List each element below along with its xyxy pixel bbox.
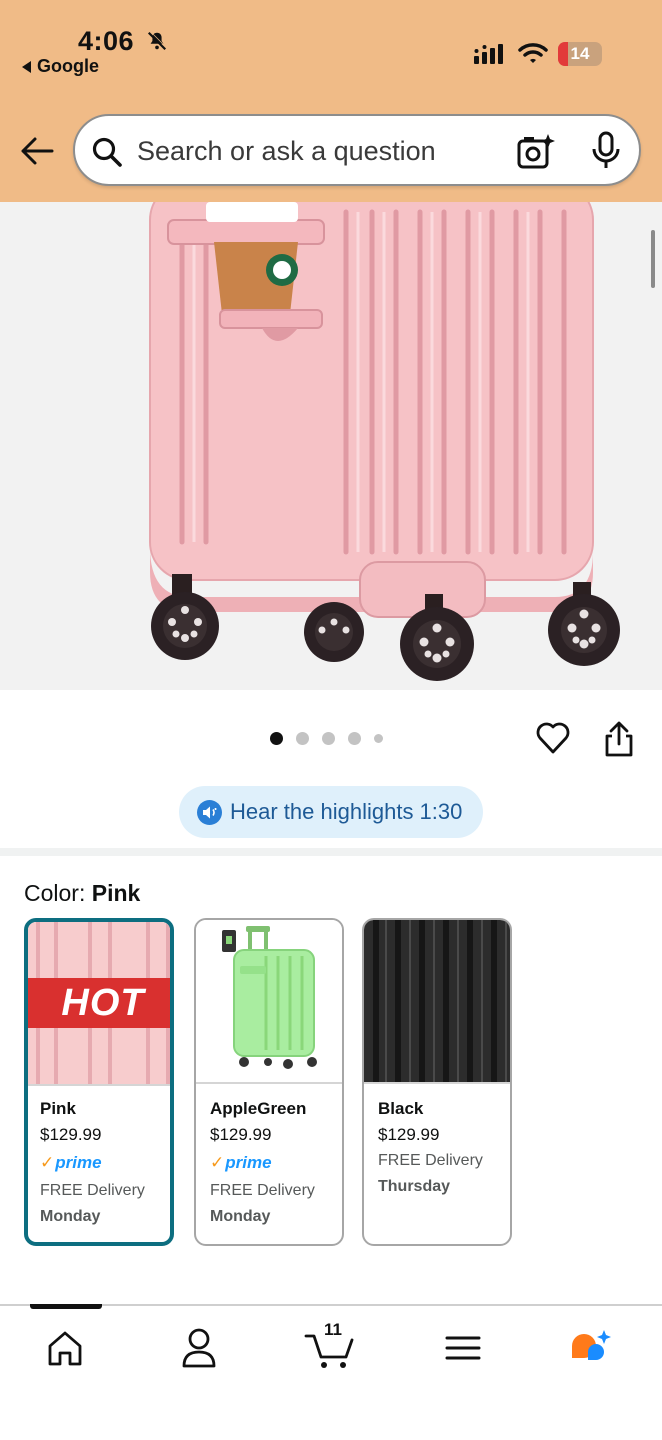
account-icon[interactable]	[176, 1326, 222, 1370]
swatch-name: AppleGreen	[210, 1099, 307, 1118]
swatch-delivery-day: Monday	[210, 1208, 271, 1225]
carousel-dot-5[interactable]	[374, 734, 383, 743]
back-to-app-link[interactable]: Google	[22, 56, 99, 77]
swatch-thumbnail: HOT	[28, 922, 170, 1086]
speaker-icon	[197, 799, 222, 825]
swatch-name: Pink	[40, 1099, 76, 1118]
battery-indicator: 14	[558, 42, 602, 66]
swatch-price: $129.99	[378, 1125, 440, 1144]
carousel-dot-3[interactable]	[322, 732, 335, 745]
rufus-assistant-icon[interactable]	[568, 1326, 614, 1370]
menu-icon[interactable]	[440, 1326, 486, 1370]
wifi-icon	[518, 43, 548, 63]
swatch-price: $129.99	[210, 1125, 272, 1144]
prime-badge: ✓ prime	[210, 1148, 336, 1178]
product-image[interactable]	[0, 202, 662, 690]
search-icon	[92, 137, 122, 167]
back-triangle-icon	[22, 60, 31, 73]
cart-count-badge: 11	[324, 1320, 342, 1339]
swatch-thumbnail	[196, 920, 342, 1084]
battery-level: 14	[570, 44, 590, 63]
carousel-dot-4[interactable]	[348, 732, 361, 745]
swatch-delivery: FREE Delivery	[40, 1182, 145, 1199]
prime-check-icon: ✓	[210, 1153, 225, 1172]
swatch-thumbnail	[364, 920, 510, 1084]
carousel-dot-2[interactable]	[296, 732, 309, 745]
hear-highlights-button[interactable]: Hear the highlights 1:30	[179, 786, 483, 838]
active-tab-indicator	[30, 1304, 102, 1309]
color-swatch-applegreen[interactable]: AppleGreen $129.99 ✓ prime FREE Delivery…	[194, 918, 344, 1246]
swatch-delivery: FREE Delivery	[210, 1182, 315, 1199]
swatch-delivery-day: Thursday	[378, 1178, 451, 1195]
microphone-icon[interactable]	[589, 130, 623, 172]
prime-label: prime	[55, 1153, 102, 1172]
cellular-signal-icon	[474, 44, 503, 64]
section-divider	[0, 848, 662, 856]
swatch-name: Black	[378, 1099, 424, 1118]
app-header: 4:06 Google 14	[0, 0, 662, 202]
prime-badge: ✓ prime	[40, 1148, 164, 1178]
color-label-prefix: Color:	[24, 880, 86, 906]
luggage-illustration	[149, 202, 620, 681]
hear-highlights-label: Hear the highlights 1:30	[230, 799, 463, 824]
hot-badge: HOT	[61, 981, 145, 1024]
carousel-dot-1[interactable]	[270, 732, 283, 745]
image-carousel-dots[interactable]	[270, 732, 383, 745]
search-input[interactable]	[137, 130, 497, 172]
heart-icon[interactable]	[535, 720, 571, 756]
page-scrollbar[interactable]	[651, 230, 655, 288]
bottom-navigation: 11	[0, 1304, 662, 1440]
search-bar[interactable]	[73, 114, 641, 186]
share-icon[interactable]	[603, 720, 635, 758]
camera-lens-icon[interactable]	[515, 132, 555, 172]
selected-color-name: Pink	[91, 880, 141, 906]
back-arrow-icon[interactable]	[20, 136, 54, 166]
back-app-label: Google	[37, 56, 99, 76]
prime-label: prime	[225, 1153, 272, 1172]
color-swatch-pink[interactable]: HOT Pink $129.99 ✓ prime FREE Delivery M…	[24, 918, 174, 1246]
swatch-delivery: FREE Delivery	[378, 1152, 483, 1169]
silent-bell-icon	[147, 31, 167, 51]
color-label: Color: Pink	[24, 880, 140, 907]
swatch-delivery-day: Monday	[40, 1208, 101, 1225]
color-swatch-black[interactable]: Black $129.99 FREE Delivery Thursday	[362, 918, 512, 1246]
status-time: 4:06	[78, 26, 135, 56]
swatch-price: $129.99	[40, 1125, 102, 1144]
prime-check-icon: ✓	[40, 1153, 55, 1172]
home-icon[interactable]	[42, 1326, 88, 1370]
